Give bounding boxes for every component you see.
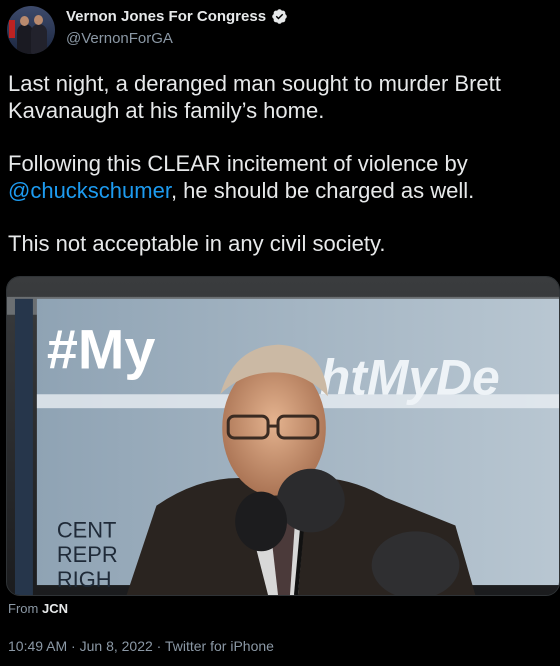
video-frame: #My htMyDe CENT REPR RIGH (7, 277, 559, 595)
handle[interactable]: @VernonForGA (66, 30, 173, 47)
banner-text-left: #My (47, 318, 156, 380)
svg-text:CENT: CENT (57, 517, 117, 542)
video-player[interactable]: #My htMyDe CENT REPR RIGH (6, 276, 560, 596)
tweet-date[interactable]: Jun 8, 2022 (80, 638, 153, 654)
tweet-paragraph-2: Following this CLEAR incitement of viole… (8, 151, 475, 203)
tweet-paragraph-3: This not acceptable in any civil society… (8, 231, 386, 256)
flag-shape (9, 20, 15, 38)
svg-text:REPR: REPR (57, 542, 118, 567)
source-name[interactable]: JCN (42, 601, 68, 616)
banner-text-right: htMyDe (320, 349, 500, 405)
avatar[interactable] (7, 6, 55, 54)
sign-text: CENT REPR RIGH (57, 517, 118, 592)
display-name[interactable]: Vernon Jones For Congress (66, 8, 266, 25)
tweet-paragraph-1: Last night, a deranged man sought to mur… (8, 71, 501, 123)
mention-link[interactable]: @chuckschumer (8, 178, 171, 203)
verified-badge-icon (272, 9, 287, 24)
tweet-header: Vernon Jones For Congress @VernonForGA (0, 0, 560, 60)
name-row: Vernon Jones For Congress (66, 8, 288, 25)
tweet-text: Last night, a deranged man sought to mur… (8, 70, 553, 283)
tweet-time[interactable]: 10:49 AM (8, 638, 67, 654)
svg-text:RIGH: RIGH (57, 567, 112, 592)
tweet-client[interactable]: Twitter for iPhone (165, 638, 274, 654)
tweet-meta: 10:49 AM · Jun 8, 2022 · Twitter for iPh… (8, 638, 274, 654)
media-source: From JCN (8, 601, 68, 616)
